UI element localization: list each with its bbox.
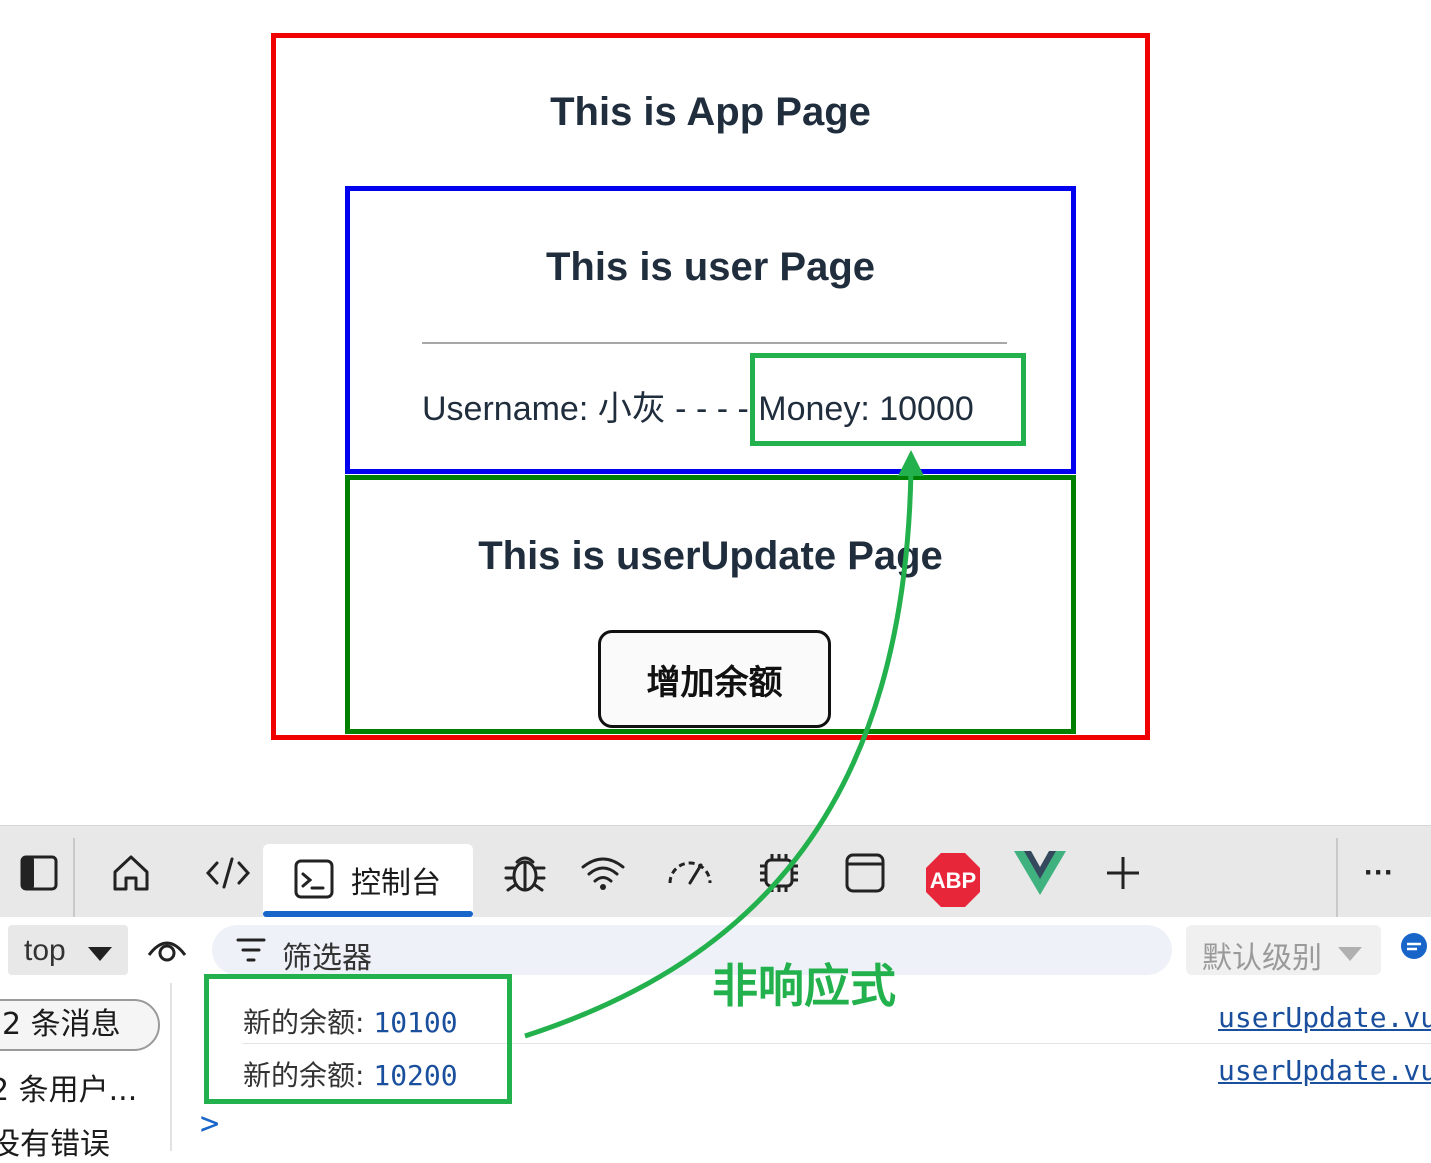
annotation-label: 非响应式: [712, 959, 896, 1013]
